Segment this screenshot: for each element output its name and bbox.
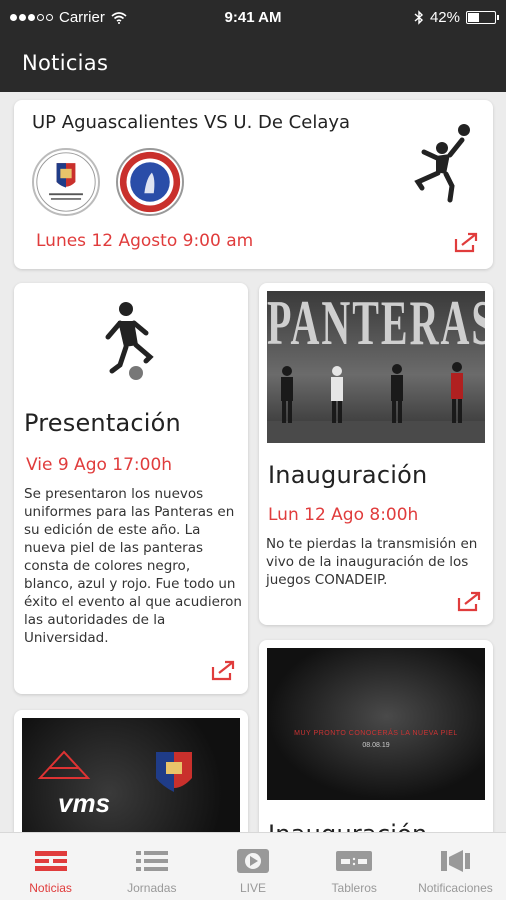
- tab-label: Noticias: [29, 881, 72, 895]
- card-title: Inauguración: [268, 461, 428, 489]
- card-description: No te pierdas la transmisión en vivo de …: [266, 536, 478, 588]
- photo-caption: PANTERAS: [267, 291, 485, 359]
- tab-noticias[interactable]: Noticias: [0, 833, 101, 900]
- vms-logo-text: vms: [58, 788, 111, 818]
- tab-label: Tableros: [331, 881, 377, 895]
- news-card-vms[interactable]: vms: [14, 710, 248, 850]
- share-icon[interactable]: [210, 659, 236, 681]
- tab-notificaciones[interactable]: Notificaciones: [405, 833, 506, 900]
- university-shield: [156, 752, 192, 792]
- match-title: UP Aguascalientes VS U. De Celaya: [32, 112, 351, 133]
- status-right: 42%: [414, 9, 499, 26]
- app-bar: Noticias: [0, 36, 506, 92]
- share-icon[interactable]: [453, 231, 479, 253]
- bottom-tab-bar: Noticias Jornadas LIVE Tableros Notifica…: [0, 832, 506, 900]
- match-card[interactable]: UP Aguascalientes VS U. De Celaya Lunes …: [14, 100, 493, 269]
- status-bar: Carrier 9:41 AM 42%: [0, 0, 506, 36]
- share-icon[interactable]: [456, 590, 482, 612]
- match-date: Lunes 12 Agosto 9:00 am: [36, 231, 254, 251]
- promo-photo: MUY PRONTO CONOCERÁS LA NUEVA PIEL 08.08…: [267, 648, 485, 800]
- soccer-player-icon: [105, 302, 154, 380]
- tab-label: Jornadas: [127, 881, 177, 895]
- promo-date: 08.08.19: [362, 742, 390, 749]
- bluetooth-icon: [414, 10, 423, 25]
- card-date: Lun 12 Ago 8:00h: [268, 505, 419, 525]
- news-card-presentacion[interactable]: Presentación Vie 9 Ago 17:00h Se present…: [14, 283, 248, 694]
- players-silhouette: [267, 362, 485, 443]
- battery-icon: [466, 11, 499, 24]
- battery-percent: 42%: [429, 9, 460, 26]
- card-title: Presentación: [24, 409, 181, 437]
- vms-photo: vms: [22, 718, 240, 844]
- panteras-photo: PANTERAS: [267, 291, 485, 443]
- scoreboard-icon: [336, 851, 373, 871]
- u-celaya-logo: [116, 148, 184, 216]
- news-card-inauguracion[interactable]: PANTERAS Inauguración Lun 12 Ago 8:00h N…: [259, 283, 493, 625]
- news-icon: [34, 851, 67, 871]
- up-aguascalientes-logo: [32, 148, 100, 216]
- news-card-inauguracion-2[interactable]: MUY PRONTO CONOCERÁS LA NUEVA PIEL 08.08…: [259, 640, 493, 850]
- vms-mark: [37, 750, 91, 779]
- tab-tableros[interactable]: Tableros: [304, 833, 405, 900]
- tab-jornadas[interactable]: Jornadas: [101, 833, 202, 900]
- promo-caption: MUY PRONTO CONOCERÁS LA NUEVA PIEL: [294, 730, 458, 737]
- megaphone-icon: [441, 850, 471, 872]
- card-date: Vie 9 Ago 17:00h: [26, 455, 173, 475]
- card-description: Se presentaron los nuevos uniformes para…: [24, 486, 242, 646]
- tab-label: LIVE: [240, 881, 267, 895]
- list-icon: [135, 851, 168, 871]
- basketball-player-icon: [414, 124, 470, 203]
- tab-live[interactable]: LIVE: [202, 833, 303, 900]
- play-icon: [237, 849, 269, 873]
- tab-label: Notificaciones: [418, 881, 493, 895]
- page-title: Noticias: [22, 51, 109, 75]
